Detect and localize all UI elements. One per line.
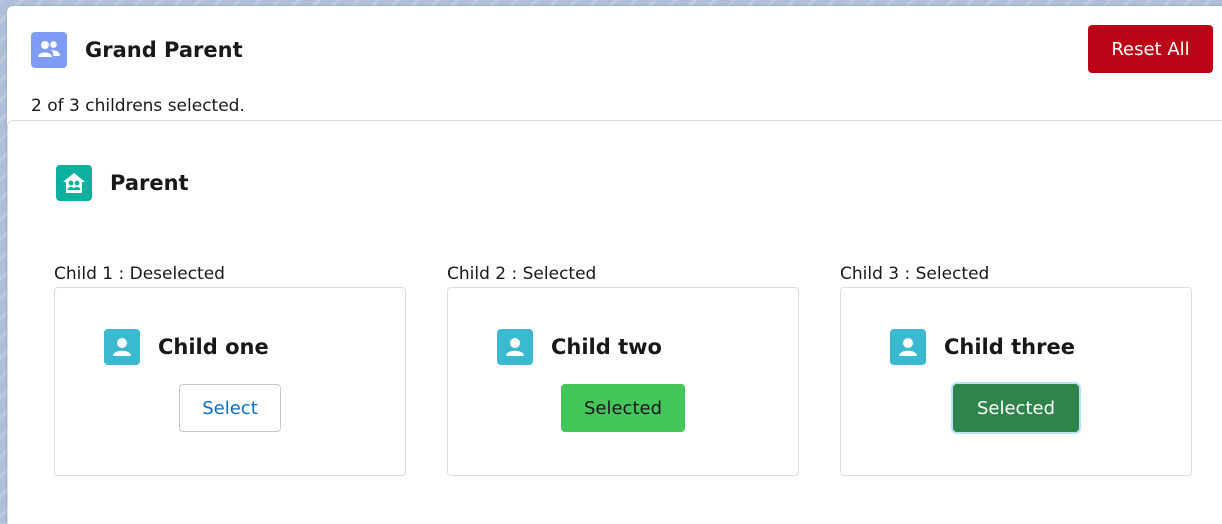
child-name: Child three <box>944 335 1075 359</box>
parent-title: Parent <box>110 171 189 195</box>
grand-parent-header: Grand Parent <box>31 32 243 68</box>
child-card: Child three Selected <box>840 287 1192 476</box>
child-card: Child two Selected <box>447 287 799 476</box>
child-card: Child one Select <box>54 287 406 476</box>
user-icon <box>104 329 140 365</box>
selected-button[interactable]: Selected <box>953 384 1079 432</box>
user-icon <box>890 329 926 365</box>
parent-card: Parent Child 1 : Deselected Child one Se… <box>7 120 1222 524</box>
child-column-3: Child 3 : Selected Child three Selected <box>840 261 1192 476</box>
selected-button[interactable]: Selected <box>561 384 685 432</box>
child-column-1: Child 1 : Deselected Child one Select <box>54 261 406 476</box>
child-status-label: Child 2 : Selected <box>447 264 597 284</box>
child-status-label: Child 3 : Selected <box>840 264 990 284</box>
reset-all-button[interactable]: Reset All <box>1088 25 1213 73</box>
groups-icon <box>31 32 67 68</box>
child-header: Child three <box>890 329 1075 365</box>
select-button[interactable]: Select <box>179 384 281 432</box>
parent-header: Parent <box>56 165 189 201</box>
grand-parent-card: Grand Parent Reset All 2 of 3 childrens … <box>7 6 1222 524</box>
child-column-2: Child 2 : Selected Child two Selected <box>447 261 799 476</box>
selection-status: 2 of 3 childrens selected. <box>31 96 245 116</box>
child-name: Child two <box>551 335 662 359</box>
grand-parent-title: Grand Parent <box>85 38 243 62</box>
child-header: Child two <box>497 329 662 365</box>
child-header: Child one <box>104 329 269 365</box>
user-icon <box>497 329 533 365</box>
child-name: Child one <box>158 335 269 359</box>
household-icon <box>56 165 92 201</box>
child-status-label: Child 1 : Deselected <box>54 264 225 284</box>
